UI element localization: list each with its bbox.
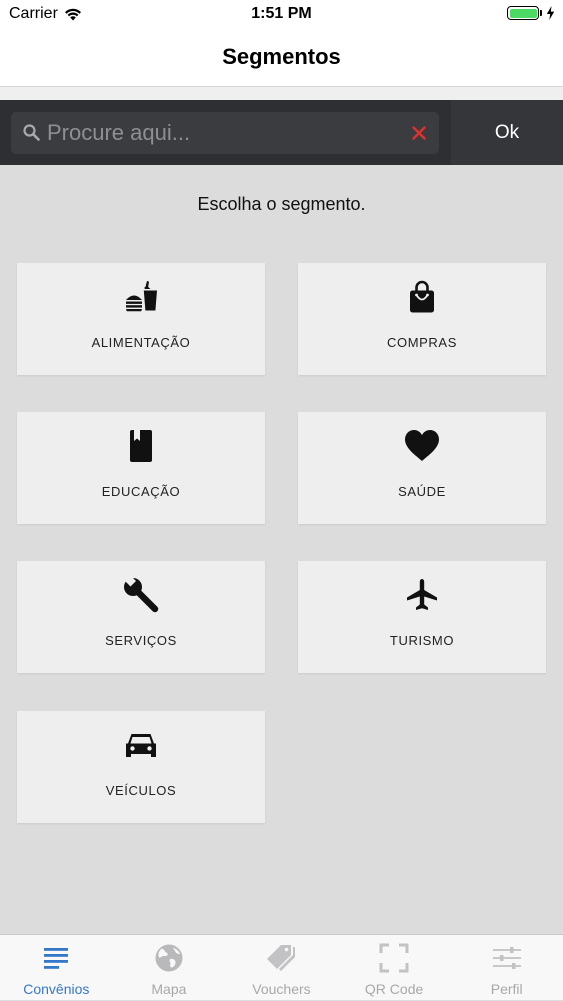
tab-label: Convênios [23,981,90,997]
page-title: Segmentos [222,44,341,69]
tab-perfil[interactable]: Perfil [450,935,563,1001]
airplane-icon [407,579,437,610]
battery-icon [507,6,542,20]
shopping-bag-icon [410,280,434,313]
segment-label: SERVIÇOS [105,633,177,648]
battery-level [509,8,537,18]
status-time: 1:51 PM [251,5,312,22]
segment-label: SAÚDE [398,484,446,499]
segment-card-servicos[interactable]: SERVIÇOS [17,561,265,673]
search-bar: Ok [0,100,563,165]
search-input[interactable] [47,112,407,154]
tab-label: QR Code [364,981,424,997]
segment-label: EDUCAÇÃO [101,484,181,499]
segment-card-alimentacao[interactable]: ALIMENTAÇÃO [17,263,265,375]
car-icon [126,734,156,757]
clear-icon[interactable] [411,125,427,141]
search-field[interactable] [11,112,439,154]
tab-label: Perfil [490,981,523,997]
ok-button[interactable]: Ok [451,100,563,165]
battery-indicator [507,6,555,20]
globe-icon [155,944,183,972]
segment-label: COMPRAS [387,335,457,350]
tab-label: Vouchers [252,981,311,997]
segment-card-compras[interactable]: COMPRAS [298,263,546,375]
food-drink-icon [126,281,157,312]
tab-mapa[interactable]: Mapa [113,935,226,1001]
segment-label: VEÍCULOS [105,783,177,798]
charging-bolt-icon [546,6,555,20]
tab-qr-code[interactable]: QR Code [338,935,451,1001]
book-icon [130,430,152,462]
segment-label: ALIMENTAÇÃO [91,335,191,350]
qr-scan-icon [379,943,409,973]
segment-label: TURISMO [389,633,455,648]
nav-divider [0,86,563,100]
tab-convenios[interactable]: Convênios [0,935,113,1001]
tab-label: Mapa [151,981,187,997]
tab-bar: Convênios Mapa Vouchers QR Code Perfil [0,934,563,1000]
instruction-text: Escolha o segmento. [197,194,366,214]
segment-card-turismo[interactable]: TURISMO [298,561,546,673]
sliders-icon [492,947,521,969]
segment-card-educacao[interactable]: EDUCAÇÃO [17,412,265,524]
search-icon [23,124,40,141]
wrench-icon [124,576,159,613]
heart-icon [405,430,439,461]
navigation-bar: Segmentos [0,28,563,86]
segment-card-veiculos[interactable]: VEÍCULOS [17,711,265,823]
tag-icon [267,945,296,971]
tab-vouchers[interactable]: Vouchers [225,935,338,1001]
segment-card-saude[interactable]: SAÚDE [298,412,546,524]
list-icon [44,948,69,969]
status-bar: Carrier 1:51 PM [0,0,563,28]
